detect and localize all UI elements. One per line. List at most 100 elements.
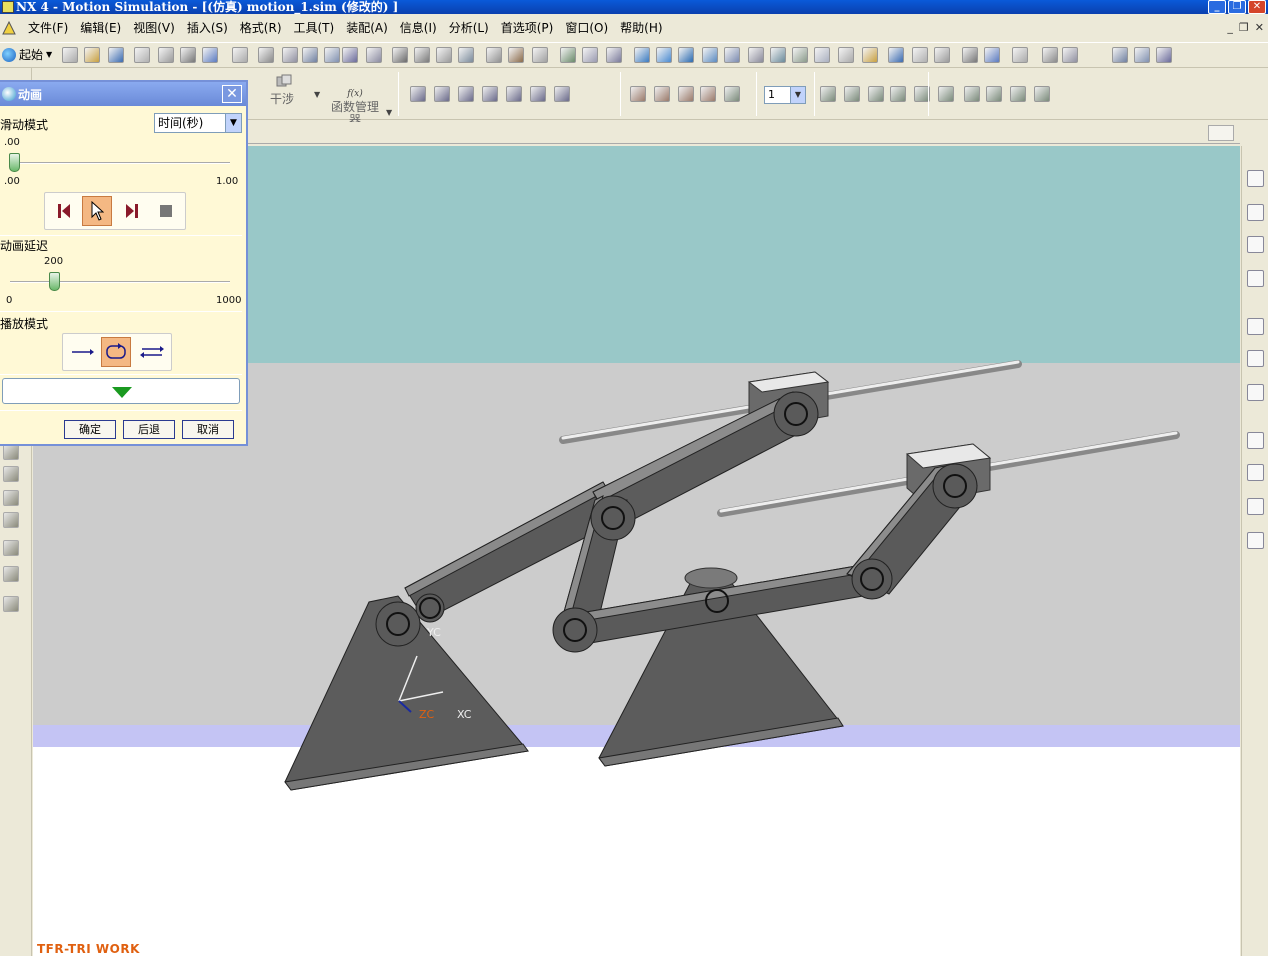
time-slider-track[interactable] — [10, 162, 230, 164]
toolbar-button-icon[interactable] — [3, 596, 19, 612]
ping-pong-button[interactable] — [137, 337, 167, 367]
toolbar-button-icon[interactable] — [1156, 47, 1172, 63]
toolbar-button-icon[interactable] — [724, 47, 740, 63]
toolbar-button-icon[interactable] — [1112, 47, 1128, 63]
toolbar-button-icon[interactable] — [634, 47, 650, 63]
nx-app-icon[interactable] — [2, 1, 14, 13]
toolbar-button-icon[interactable] — [678, 47, 694, 63]
constraint-navigator-icon[interactable] — [1247, 270, 1264, 287]
toolbar-button-icon[interactable] — [1034, 86, 1050, 102]
roles-icon[interactable] — [1247, 498, 1264, 515]
toolbar-button-icon[interactable] — [654, 86, 670, 102]
toolbar-button-icon[interactable] — [792, 47, 808, 63]
toolbar-button-icon[interactable] — [232, 47, 248, 63]
cancel-button[interactable]: 取消 — [182, 420, 234, 439]
toolbar-button-icon[interactable] — [3, 540, 19, 556]
restore-button[interactable]: ❐ — [1228, 0, 1246, 14]
delay-slider-thumb[interactable] — [49, 272, 60, 291]
toolbar-button-icon[interactable] — [108, 47, 124, 63]
chevron-down-icon[interactable]: ▼ — [225, 114, 241, 132]
menu-item[interactable]: 信息(I) — [394, 20, 443, 36]
step-forward-button[interactable] — [117, 196, 147, 226]
toolbar-button-icon[interactable] — [532, 47, 548, 63]
system-materials-icon[interactable] — [1247, 532, 1264, 549]
toolbar-button-icon[interactable] — [482, 86, 498, 102]
toolbar-button-icon[interactable] — [962, 47, 978, 63]
help-icon[interactable] — [1247, 384, 1264, 401]
close-button[interactable]: ✕ — [1248, 0, 1266, 14]
toolbar-button-icon[interactable] — [1042, 47, 1058, 63]
toolbar-button-icon[interactable] — [3, 566, 19, 582]
work-layer-select[interactable]: 1 ▼ — [764, 86, 806, 104]
clock-icon[interactable] — [1247, 432, 1264, 449]
toolbar-button-icon[interactable] — [986, 86, 1002, 102]
toolbar-button-icon[interactable] — [508, 47, 524, 63]
history-icon[interactable] — [1247, 350, 1264, 367]
toolbar-button-icon[interactable] — [1134, 47, 1150, 63]
toolbar-button-icon[interactable] — [530, 86, 546, 102]
menu-item[interactable]: 格式(R) — [234, 20, 288, 36]
toolbar-button-icon[interactable] — [3, 466, 19, 482]
toolbar-button-icon[interactable] — [434, 86, 450, 102]
toolbar-button-icon[interactable] — [630, 86, 646, 102]
ok-button[interactable]: 确定 — [64, 420, 116, 439]
menu-item[interactable]: 装配(A) — [340, 20, 394, 36]
toolbar-button-icon[interactable] — [180, 47, 196, 63]
toolbar-button-icon[interactable] — [554, 86, 570, 102]
menu-item[interactable]: 编辑(E) — [74, 20, 127, 36]
toolbar-button-icon[interactable] — [560, 47, 576, 63]
loop-button[interactable] — [101, 337, 131, 367]
start-menu-button[interactable]: 起始 ▼ — [2, 46, 52, 63]
toolbar-button-icon[interactable] — [458, 47, 474, 63]
toolbar-button-icon[interactable] — [282, 47, 298, 63]
minimize-button[interactable]: _ — [1208, 0, 1226, 14]
doc-minimize-button[interactable]: _ — [1227, 21, 1233, 34]
web-browser-icon[interactable] — [1247, 318, 1264, 335]
toolbar-button-icon[interactable] — [506, 86, 522, 102]
toolbar-button-icon[interactable] — [458, 86, 474, 102]
toolbar-button-icon[interactable] — [868, 86, 884, 102]
toolbar-button-icon[interactable] — [366, 47, 382, 63]
play-once-button[interactable] — [67, 337, 97, 367]
chevron-down-icon[interactable]: ▼ — [386, 108, 392, 117]
toolbar-button-icon[interactable] — [1062, 47, 1078, 63]
toolbar-button-icon[interactable] — [202, 47, 218, 63]
toolbar-button-icon[interactable] — [934, 47, 950, 63]
toolbar-button-icon[interactable] — [302, 47, 318, 63]
toolbar-button-icon[interactable] — [158, 47, 174, 63]
toolbar-button-icon[interactable] — [324, 47, 340, 63]
toolbar-button-icon[interactable] — [84, 47, 100, 63]
chevron-down-icon[interactable]: ▼ — [314, 90, 320, 99]
toolbar-button-icon[interactable] — [678, 86, 694, 102]
toolbar-button-icon[interactable] — [1010, 86, 1026, 102]
menu-item[interactable]: 插入(S) — [181, 20, 234, 36]
dialog-title-bar[interactable]: 动画 ✕ — [0, 82, 246, 106]
back-button[interactable]: 后退 — [123, 420, 175, 439]
interference-button[interactable]: 干涉 — [270, 90, 294, 107]
toolbar-button-icon[interactable] — [984, 47, 1000, 63]
slide-mode-select[interactable]: 时间(秒) ▼ — [154, 113, 242, 133]
toolbar-button-icon[interactable] — [3, 490, 19, 506]
toolbar-button-icon[interactable] — [414, 47, 430, 63]
toolbar-button-icon[interactable] — [890, 86, 906, 102]
part-navigator-icon[interactable] — [1247, 204, 1264, 221]
menu-item[interactable]: 帮助(H) — [614, 20, 668, 36]
toolbar-button-icon[interactable] — [342, 47, 358, 63]
doc-close-button[interactable]: ✕ — [1255, 21, 1264, 34]
stop-button[interactable] — [151, 196, 181, 226]
pointer-play-button[interactable] — [82, 196, 112, 226]
toolbar-button-icon[interactable] — [844, 86, 860, 102]
toolbar-button-icon[interactable] — [888, 47, 904, 63]
palette-icon[interactable] — [1247, 464, 1264, 481]
toolbar-button-icon[interactable] — [410, 86, 426, 102]
cue-close-button[interactable] — [1208, 125, 1234, 141]
toolbar-button-icon[interactable] — [814, 47, 830, 63]
toolbar-button-icon[interactable] — [656, 47, 672, 63]
menu-item[interactable]: 窗口(O) — [559, 20, 614, 36]
expand-options-button[interactable] — [2, 378, 240, 404]
toolbar-button-icon[interactable] — [838, 47, 854, 63]
toolbar-button-icon[interactable] — [582, 47, 598, 63]
menu-item[interactable]: 首选项(P) — [495, 20, 560, 36]
toolbar-button-icon[interactable] — [748, 47, 764, 63]
toolbar-button-icon[interactable] — [258, 47, 274, 63]
